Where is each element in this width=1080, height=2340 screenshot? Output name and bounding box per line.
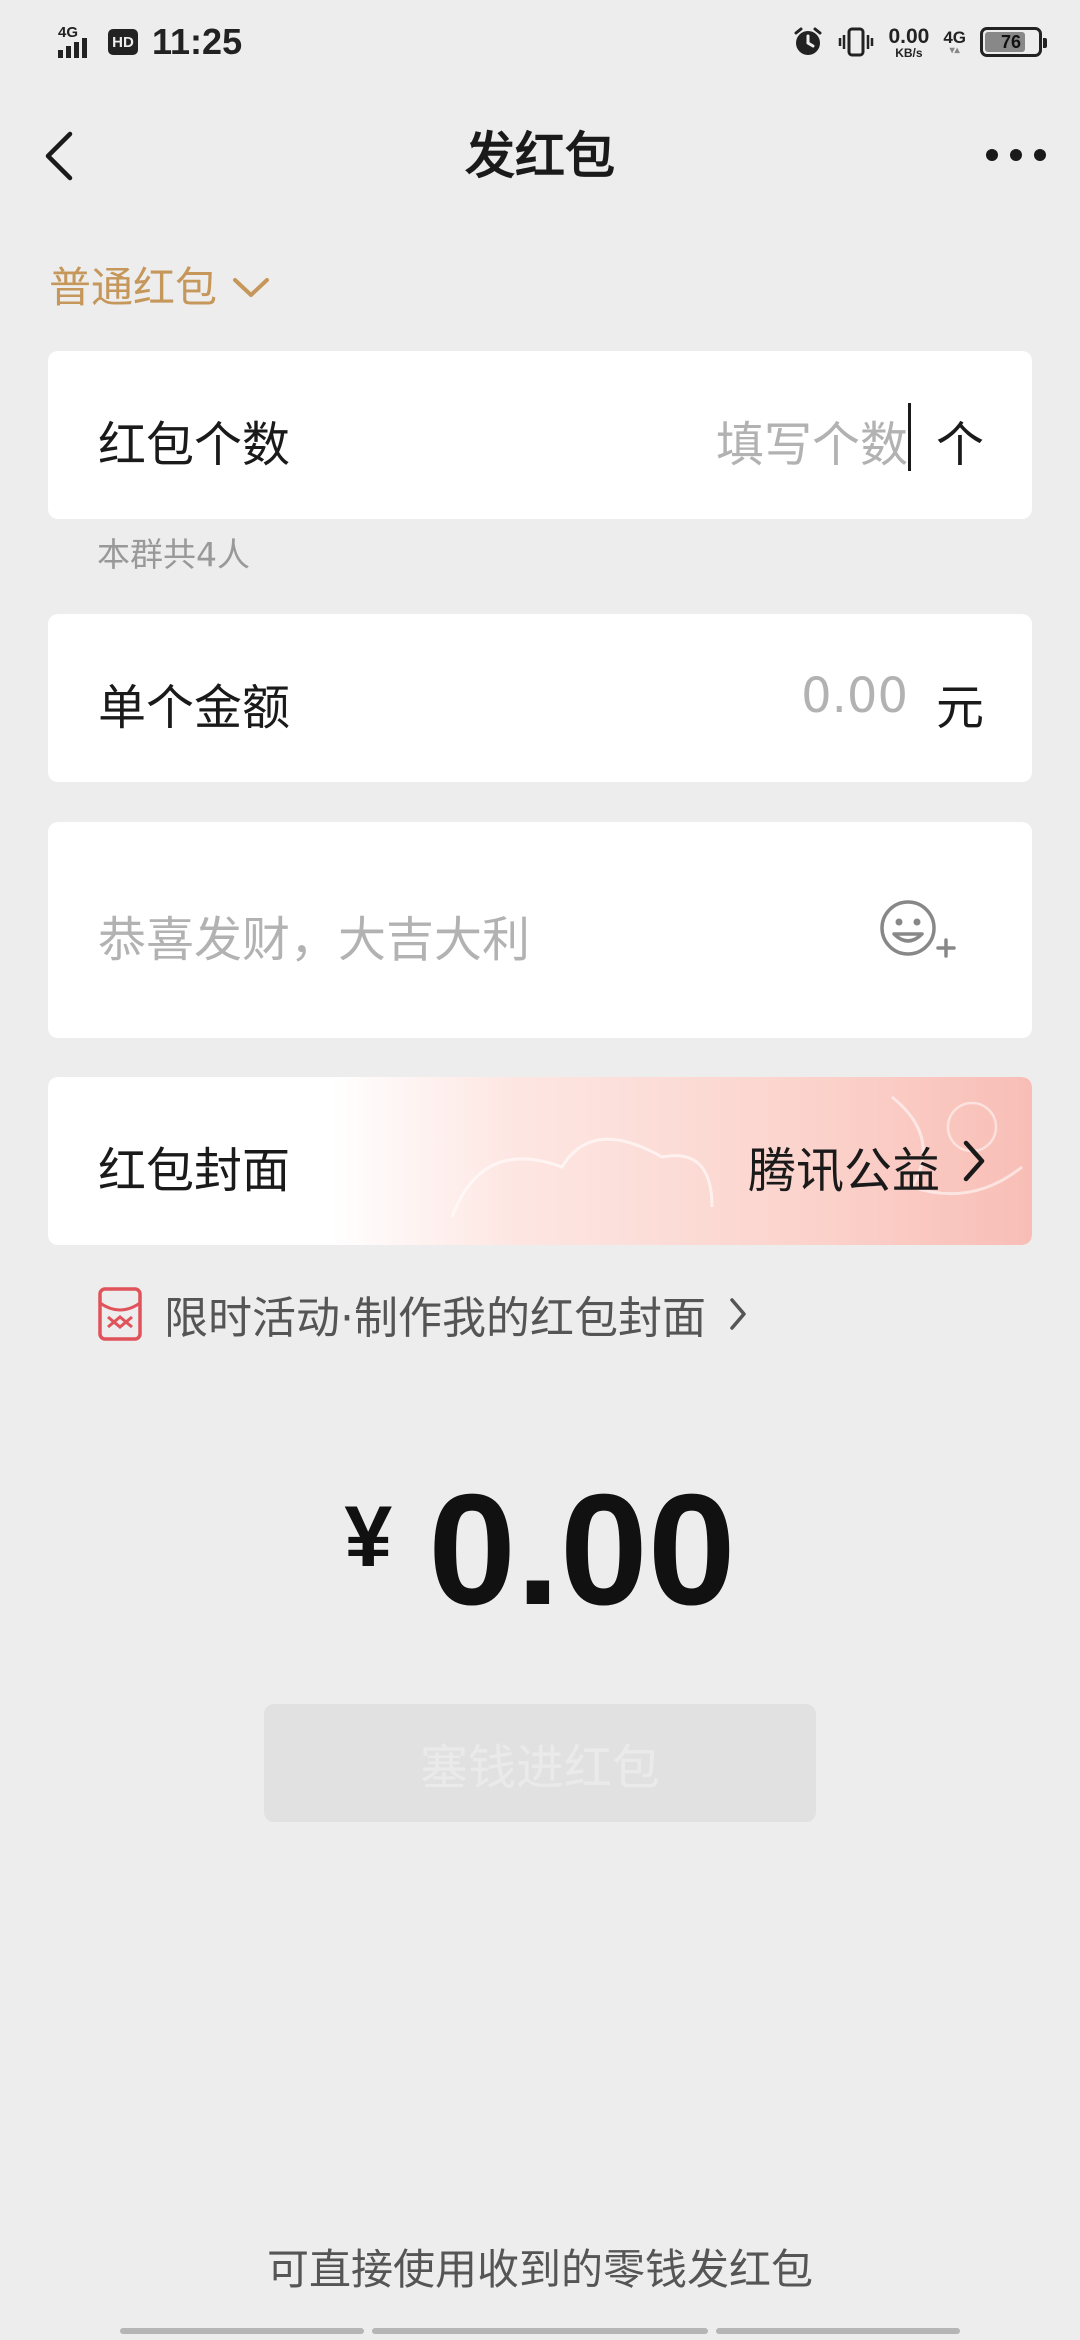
- home-indicator-left: [120, 2328, 364, 2334]
- group-member-hint: 本群共4人: [97, 535, 250, 574]
- home-indicator-middle: [372, 2328, 708, 2334]
- packet-count-row: 红包个数 填写个数 个: [48, 351, 1032, 519]
- vibrate-icon: [839, 27, 874, 57]
- emoji-add-icon[interactable]: [878, 898, 958, 968]
- status-time: 11:25: [152, 21, 243, 62]
- chevron-right-small-icon: [730, 1298, 746, 1330]
- promo-cover-link[interactable]: 限时活动·制作我的红包封面: [98, 1282, 748, 1346]
- net-speed-value: 0.00: [888, 24, 930, 48]
- single-amount-input[interactable]: 0.00: [801, 668, 908, 724]
- alarm-icon: [794, 27, 822, 55]
- single-amount-label: 单个金额: [98, 680, 291, 736]
- net-speed-unit: KB/s: [895, 45, 923, 60]
- cellular-signal-icon: 4G: [58, 24, 94, 60]
- greeting-input[interactable]: 恭喜发财，大吉大利: [98, 900, 530, 970]
- packet-type-selector[interactable]: 普通红包: [49, 260, 271, 316]
- net-speed: 0.00 KB/s: [888, 26, 929, 59]
- status-bar: 4G HD 11:25 0.00 KB/s 4G ▾▴ 76: [0, 0, 1080, 84]
- cover-row[interactable]: 红包封面 腾讯公益: [48, 1077, 1032, 1245]
- home-indicator-right: [716, 2328, 960, 2334]
- mobile-data-label: 4G: [943, 27, 966, 47]
- cover-value: 腾讯公益: [747, 1143, 940, 1199]
- battery-level: 76: [1000, 31, 1022, 52]
- packet-count-input[interactable]: 填写个数: [716, 405, 908, 475]
- currency-symbol: ¥: [344, 1489, 393, 1585]
- promo-text: 限时活动·制作我的红包封面: [164, 1293, 706, 1344]
- single-amount-row: 单个金额 0.00 元: [48, 614, 1032, 782]
- mobile-data-icon: 4G ▾▴: [943, 27, 966, 56]
- cover-label: 红包封面: [98, 1143, 291, 1199]
- page-title: 发红包: [465, 127, 615, 185]
- balance-note: 可直接使用收到的零钱发红包: [266, 2245, 813, 2294]
- packet-type-label: 普通红包: [49, 263, 218, 312]
- hd-voice-icon: HD: [108, 29, 138, 55]
- send-red-packet-button[interactable]: 塞钱进红包: [264, 1704, 816, 1822]
- more-options-icon[interactable]: [986, 130, 1046, 180]
- single-amount-unit: 元: [935, 680, 984, 736]
- chevron-down-icon: [233, 278, 270, 297]
- total-amount: ¥ 0.00: [0, 1460, 1080, 1640]
- battery-icon: 76: [980, 27, 1047, 57]
- red-envelope-icon: [98, 1287, 142, 1341]
- chevron-right-icon: [963, 1140, 985, 1182]
- packet-count-unit: 个: [935, 417, 984, 473]
- text-cursor: [908, 403, 911, 471]
- packet-count-label: 红包个数: [98, 417, 291, 473]
- nav-bar: 发红包: [0, 100, 1080, 212]
- greeting-row: 恭喜发财，大吉大利: [48, 822, 1032, 1038]
- total-amount-value: 0.00: [428, 1462, 736, 1638]
